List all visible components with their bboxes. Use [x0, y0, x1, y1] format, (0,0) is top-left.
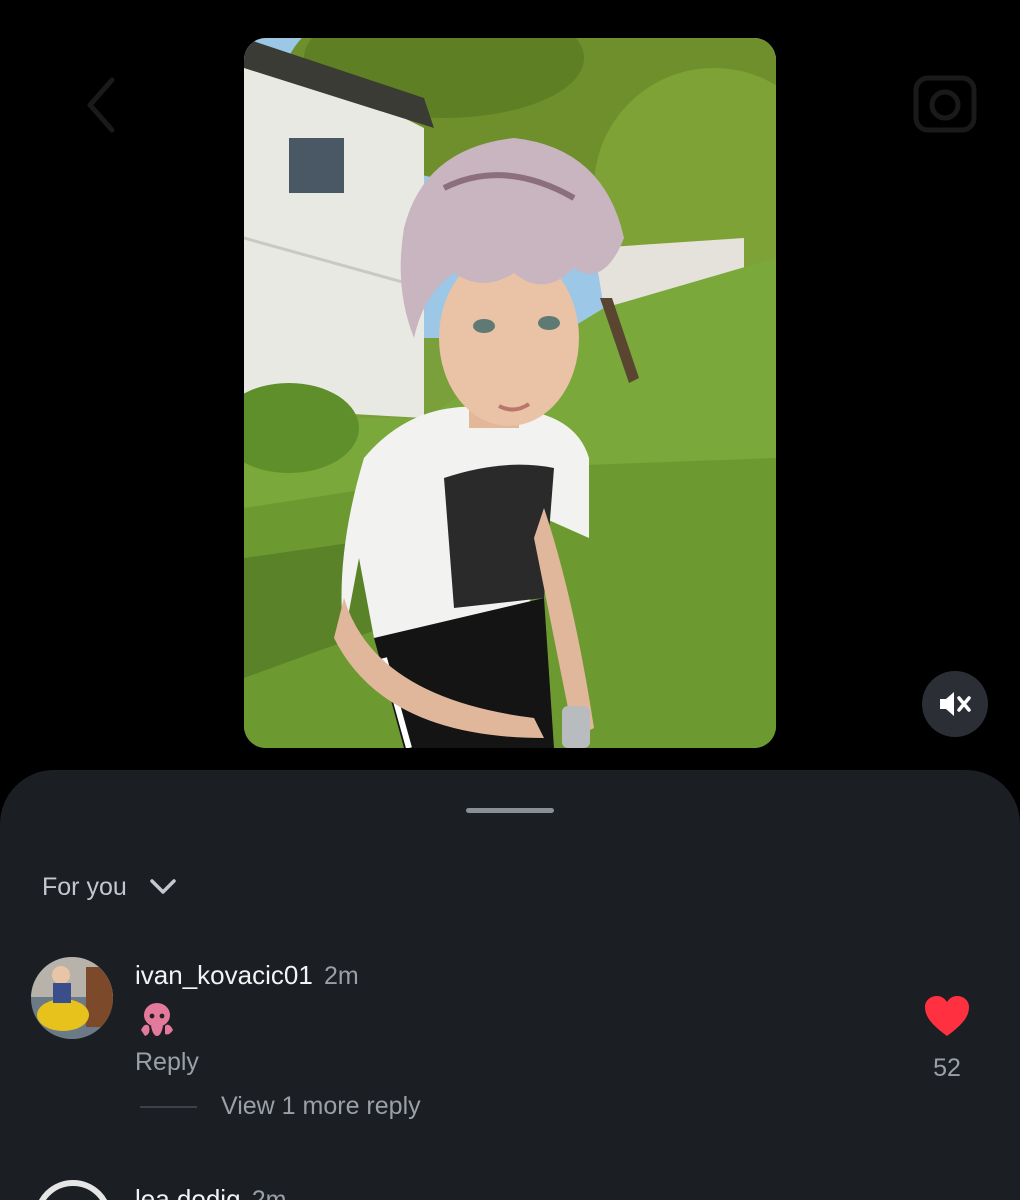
camera-button[interactable] — [912, 70, 978, 136]
sort-dropdown[interactable]: For you — [42, 870, 177, 904]
view-more-replies-label: View 1 more reply — [221, 1092, 421, 1120]
comment-timestamp: 2m — [251, 1186, 287, 1200]
comment-username[interactable]: lea.dodig — [135, 1184, 241, 1200]
photo-illustration — [244, 38, 776, 748]
reply-button[interactable]: Reply — [135, 1048, 199, 1077]
octopus-icon — [141, 1003, 173, 1036]
view-more-replies[interactable]: View 1 more reply — [140, 1092, 421, 1121]
speaker-muted-icon — [940, 692, 971, 716]
chevron-left-icon — [87, 77, 115, 133]
avatar[interactable] — [34, 1180, 112, 1200]
comment-text — [135, 1000, 179, 1040]
story-comments-screen: For you ivan_kovacic01 2m Reply 52 View … — [0, 0, 1020, 1200]
comment-item: lea.dodig 2m — [0, 1180, 1020, 1200]
sort-label: For you — [42, 872, 127, 901]
like-count: 52 — [933, 1054, 961, 1082]
like-button[interactable] — [922, 994, 972, 1038]
chevron-down-icon — [150, 879, 176, 894]
avatar-image — [31, 957, 113, 1039]
comment-header: lea.dodig 2m — [135, 1184, 287, 1200]
thread-line — [140, 1105, 197, 1108]
heart-icon — [925, 996, 969, 1036]
comments-sheet: For you ivan_kovacic01 2m Reply 52 View … — [0, 770, 1020, 1200]
camera-icon — [913, 75, 977, 133]
story-photo[interactable] — [244, 38, 776, 748]
avatar[interactable] — [31, 957, 113, 1039]
comment-username[interactable]: ivan_kovacic01 — [135, 960, 313, 990]
mute-button[interactable] — [922, 671, 988, 737]
comment-timestamp: 2m — [324, 962, 359, 990]
comment-header: ivan_kovacic01 2m — [135, 960, 359, 991]
sheet-drag-handle[interactable] — [466, 808, 554, 813]
back-button[interactable] — [78, 70, 128, 140]
comment-item: ivan_kovacic01 2m Reply 52 View 1 more r… — [0, 956, 1020, 1156]
